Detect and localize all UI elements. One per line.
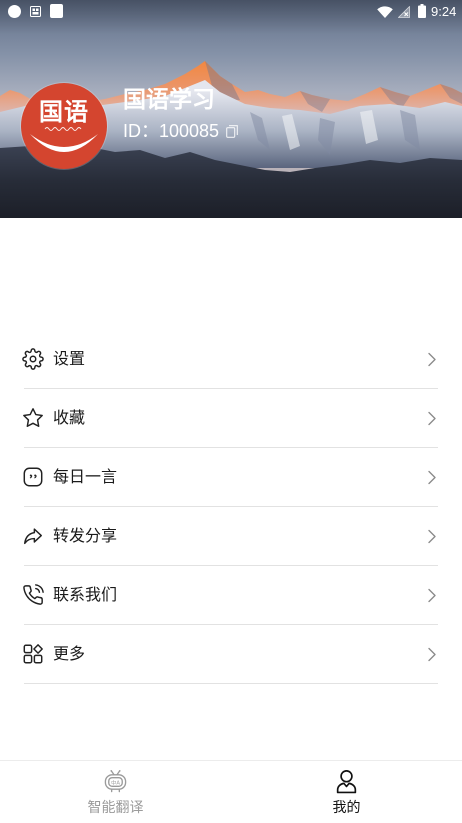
gear-icon xyxy=(22,348,44,370)
chevron-right-icon xyxy=(428,588,436,603)
menu-item-label: 每日一言 xyxy=(53,469,118,486)
menu-item-label: 联系我们 xyxy=(53,587,118,604)
status-bar: 9:24 xyxy=(0,0,462,24)
status-time: 9:24 xyxy=(431,4,457,19)
notification-icon xyxy=(50,4,63,18)
menu-item-share[interactable]: 转发分享 xyxy=(0,507,462,566)
chevron-right-icon xyxy=(428,352,436,367)
menu-item-more[interactable]: 更多 xyxy=(0,625,462,684)
status-dot-icon xyxy=(8,5,21,18)
translate-robot-icon: 中A xyxy=(104,770,127,793)
menu-item-label: 设置 xyxy=(53,351,86,368)
id-label: ID： xyxy=(123,121,159,141)
avatar-logo[interactable]: 国语 xyxy=(21,83,107,169)
logo-smile-graphic xyxy=(30,127,98,152)
profile-header: 9:24 国语 国语学习 ID： 100085 xyxy=(0,0,462,218)
menu-item-label: 转发分享 xyxy=(53,528,118,545)
chevron-right-icon xyxy=(428,411,436,426)
profile-id-row: ID： 100085 xyxy=(123,119,238,143)
settings-menu: 设置 收藏 每日一言 转发分享 联系我们 更多 xyxy=(0,330,462,684)
quote-bubble-icon xyxy=(23,467,43,487)
phone-icon xyxy=(23,584,44,605)
chevron-right-icon xyxy=(428,529,436,544)
wifi-icon xyxy=(377,6,393,18)
profile-name: 国语学习 xyxy=(123,86,215,112)
grid-icon xyxy=(23,644,43,664)
menu-item-favorites[interactable]: 收藏 xyxy=(0,389,462,448)
chevron-right-icon xyxy=(428,470,436,485)
logo-text: 国语 xyxy=(39,97,89,126)
star-icon xyxy=(23,408,43,428)
copy-icon[interactable] xyxy=(226,124,238,138)
menu-item-daily-quote[interactable]: 每日一言 xyxy=(0,448,462,507)
tab-label: 智能翻译 xyxy=(87,799,144,815)
user-icon xyxy=(336,770,357,794)
tab-translate[interactable]: 中A 智能翻译 xyxy=(0,761,231,823)
menu-item-settings[interactable]: 设置 xyxy=(0,330,462,389)
battery-icon xyxy=(418,4,426,18)
share-icon xyxy=(24,528,42,545)
tab-mine[interactable]: 我的 xyxy=(231,761,462,823)
tab-label: 我的 xyxy=(332,799,361,815)
bottom-tab-bar: 中A 智能翻译 我的 xyxy=(0,760,462,823)
menu-item-contact[interactable]: 联系我们 xyxy=(0,566,462,625)
menu-item-label: 更多 xyxy=(53,646,86,663)
sim-card-icon xyxy=(30,6,41,17)
id-value: 100085 xyxy=(159,121,220,141)
no-signal-icon xyxy=(398,6,410,18)
menu-divider xyxy=(24,683,438,684)
chevron-right-icon xyxy=(428,647,436,662)
menu-item-label: 收藏 xyxy=(53,410,86,427)
robot-icon-text: 中A xyxy=(111,778,120,786)
